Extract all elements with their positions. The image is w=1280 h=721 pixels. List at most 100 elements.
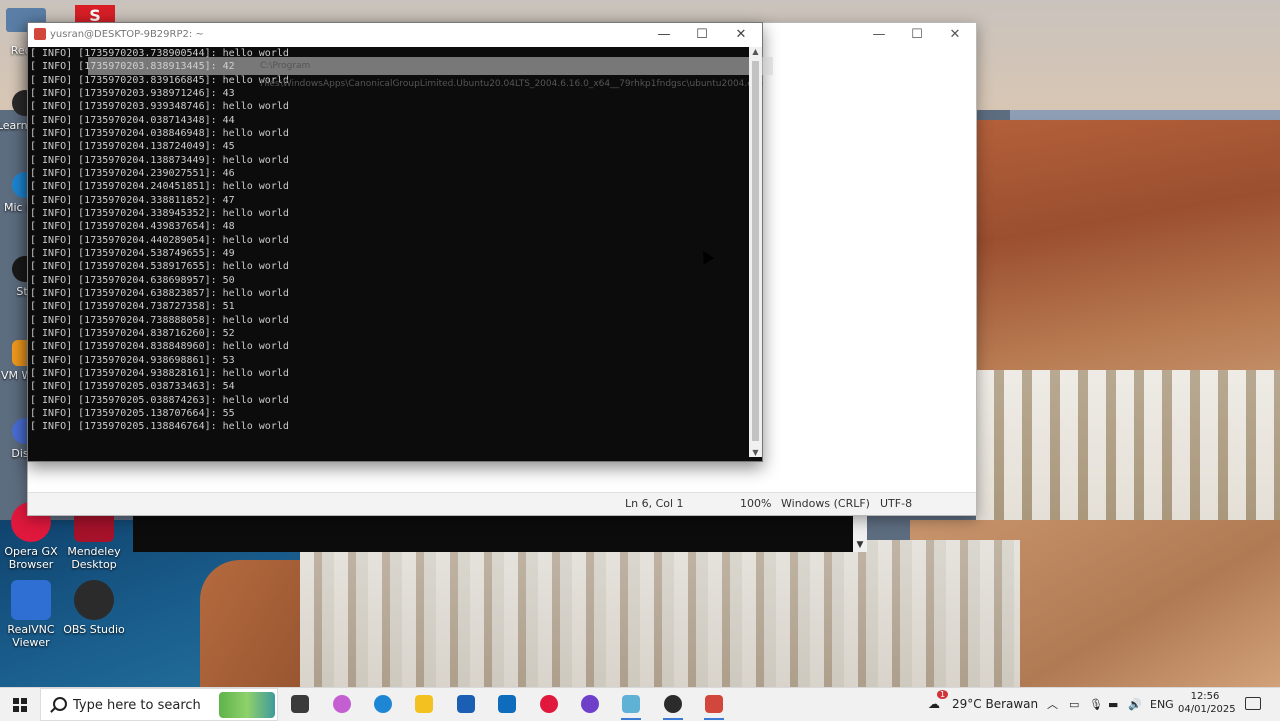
terminal-line: [ INFO] [1735970204.239027551]: 46 [30, 167, 235, 179]
terminal-line: [ INFO] [1735970204.838848960]: hello wo… [30, 341, 289, 353]
terminal-close-button[interactable]: ✕ [722, 23, 760, 47]
status-zoom: 100% [740, 497, 772, 510]
terminal-line: [ INFO] [1735970204.938698861]: 53 [30, 354, 235, 366]
status-line-ending: Windows (CRLF) [781, 497, 870, 510]
terminal-line: [ INFO] [1735970203.938971246]: 43 [30, 87, 235, 99]
terminal-line: [ INFO] [1735970205.038874263]: hello wo… [30, 394, 289, 406]
taskbar-app-copilot[interactable] [322, 688, 362, 721]
taskbar-app-github[interactable] [570, 688, 610, 721]
terminal-line: [ INFO] [1735970204.038714348]: 44 [30, 114, 235, 126]
scroll-up-icon[interactable]: ▲ [749, 47, 762, 56]
terminal-line: [ INFO] [1735970204.038846948]: hello wo… [30, 127, 289, 139]
taskbar-app-edge[interactable] [363, 688, 403, 721]
desktop-icon-label: OBS Studio [63, 623, 125, 636]
terminal-line: [ INFO] [1735970203.939348746]: hello wo… [30, 101, 289, 113]
github-icon [581, 695, 599, 713]
desktop-icon-realvnc[interactable]: RealVNC Viewer [0, 580, 63, 649]
notepad-icon [622, 695, 640, 713]
terminal-output[interactable]: [ INFO] [1735970203.738900544]: hello wo… [28, 47, 748, 457]
search-highlight-art [219, 692, 275, 718]
terminal-line: [ INFO] [1735970204.938828161]: hello wo… [30, 367, 289, 379]
taskbar: Type here to search ☁ 1 29°C Berawan ︿ ▭… [0, 687, 1280, 721]
terminal-window: yusran@DESKTOP-9B29RP2: ~ — ☐ ✕ [ INFO] … [27, 22, 773, 462]
scroll-down-icon[interactable]: ▼ [749, 448, 762, 457]
wallpaper-village-right [976, 370, 1280, 520]
microphone-icon[interactable]: 🎙 [1089, 688, 1103, 721]
windows-logo-icon [13, 698, 27, 712]
terminal-line: [ INFO] [1735970204.738727358]: 51 [30, 301, 235, 313]
terminal-line: [ INFO] [1735970204.838716260]: 52 [30, 327, 235, 339]
clock-date: 04/01/2025 [1178, 704, 1236, 715]
clock-time: 12:56 [1190, 691, 1220, 702]
search-placeholder: Type here to search [73, 698, 201, 713]
taskbar-app-task-view[interactable] [280, 688, 320, 721]
taskbar-app-notepad[interactable] [611, 688, 651, 721]
taskbar-app-obs[interactable] [653, 688, 693, 721]
realvnc-icon [11, 580, 51, 620]
terminal-line: [ INFO] [1735970204.638823857]: hello wo… [30, 287, 289, 299]
file-explorer-icon [415, 695, 433, 713]
copilot-icon [333, 695, 351, 713]
store-icon [457, 695, 475, 713]
notepad-maximize-button[interactable]: ☐ [898, 23, 936, 47]
language-indicator[interactable]: ENG [1150, 688, 1174, 721]
taskbar-search-box[interactable]: Type here to search [40, 688, 278, 721]
outlook-icon [498, 695, 516, 713]
terminal-maximize-button[interactable]: ☐ [683, 23, 721, 47]
system-clock[interactable]: 12:56 04/01/2025 [1178, 690, 1236, 716]
taskbar-app-file-explorer[interactable] [404, 688, 444, 721]
terminal-line: [ INFO] [1735970204.738888058]: hello wo… [30, 314, 289, 326]
notification-center-icon[interactable] [1245, 697, 1261, 710]
weather-alert-badge: 1 [937, 678, 949, 711]
terminal-line: [ INFO] [1735970204.338811852]: 47 [30, 194, 235, 206]
search-icon [53, 697, 67, 711]
terminal-minimize-button[interactable]: — [645, 23, 683, 47]
ubuntu-icon [34, 28, 46, 40]
notepad-vertical-scrollbar[interactable] [962, 63, 976, 483]
wallpaper-village [300, 540, 1020, 690]
background-console-scroll-down[interactable]: ▼ [853, 515, 867, 552]
battery-icon[interactable]: ▬ [1108, 688, 1118, 721]
terminal-log-lines: [ INFO] [1735970203.738900544]: hello wo… [30, 47, 289, 434]
dragging-window-ghost-title: C:\Program Files\WindowsApps\CanonicalGr… [88, 57, 773, 89]
terminal-line: [ INFO] [1735970204.138873449]: hello wo… [30, 154, 289, 166]
start-button[interactable] [0, 688, 40, 721]
terminal-line: [ INFO] [1735970205.138846764]: hello wo… [30, 421, 289, 433]
terminal-scrollbar[interactable]: ▲ ▼ [749, 47, 762, 457]
terminal-line: [ INFO] [1735970204.240451851]: hello wo… [30, 181, 289, 193]
taskbar-app-outlook[interactable] [487, 688, 527, 721]
desktop-icon-obs[interactable]: OBS Studio [62, 580, 126, 636]
show-hidden-icons-chevron-icon[interactable]: ︿ [1047, 688, 1058, 721]
desktop-icon-label: Opera GX Browser [4, 545, 58, 571]
status-cursor-position: Ln 6, Col 1 [625, 497, 684, 510]
terminal-line: [ INFO] [1735970204.138724049]: 45 [30, 141, 235, 153]
desktop-icon-label: Mendeley Desktop [67, 545, 121, 571]
terminal-line: [ INFO] [1735970204.440289054]: hello wo… [30, 234, 289, 246]
task-view-icon [291, 695, 309, 713]
terminal-title-bar[interactable]: yusran@DESKTOP-9B29RP2: ~ — ☐ ✕ [28, 23, 762, 47]
terminal-line: [ INFO] [1735970204.638698957]: 50 [30, 274, 235, 286]
taskbar-app-store[interactable] [446, 688, 486, 721]
terminal-line: [ INFO] [1735970203.839166845]: hello wo… [30, 74, 289, 86]
notepad-status-bar: Ln 6, Col 1 100% Windows (CRLF) UTF-8 [28, 492, 976, 515]
obs-icon [74, 580, 114, 620]
notepad-minimize-button[interactable]: — [860, 23, 898, 47]
terminal-line: [ INFO] [1735970204.338945352]: hello wo… [30, 207, 289, 219]
terminal-title: yusran@DESKTOP-9B29RP2: ~ [50, 29, 204, 40]
status-encoding: UTF-8 [880, 497, 913, 510]
network-icon[interactable]: ▭ [1069, 688, 1079, 721]
opera-icon [540, 695, 558, 713]
taskbar-app-ubuntu-terminal[interactable] [694, 688, 734, 721]
terminal-line: [ INFO] [1735970204.538749655]: 49 [30, 247, 235, 259]
desktop-icon-label: RealVNC Viewer [7, 623, 55, 649]
terminal-line: [ INFO] [1735970204.538917655]: hello wo… [30, 261, 289, 273]
terminal-line: [ INFO] [1735970205.138707664]: 55 [30, 407, 235, 419]
terminal-scroll-thumb[interactable] [752, 61, 759, 441]
background-console [133, 515, 853, 552]
volume-icon[interactable]: 🔊 [1128, 688, 1142, 721]
weather-text[interactable]: 29°C Berawan [952, 688, 1038, 721]
terminal-line: [ INFO] [1735970205.038733463]: 54 [30, 381, 235, 393]
terminal-line: [ INFO] [1735970204.439837654]: 48 [30, 221, 235, 233]
taskbar-app-opera[interactable] [529, 688, 569, 721]
notepad-close-button[interactable]: ✕ [936, 23, 974, 47]
